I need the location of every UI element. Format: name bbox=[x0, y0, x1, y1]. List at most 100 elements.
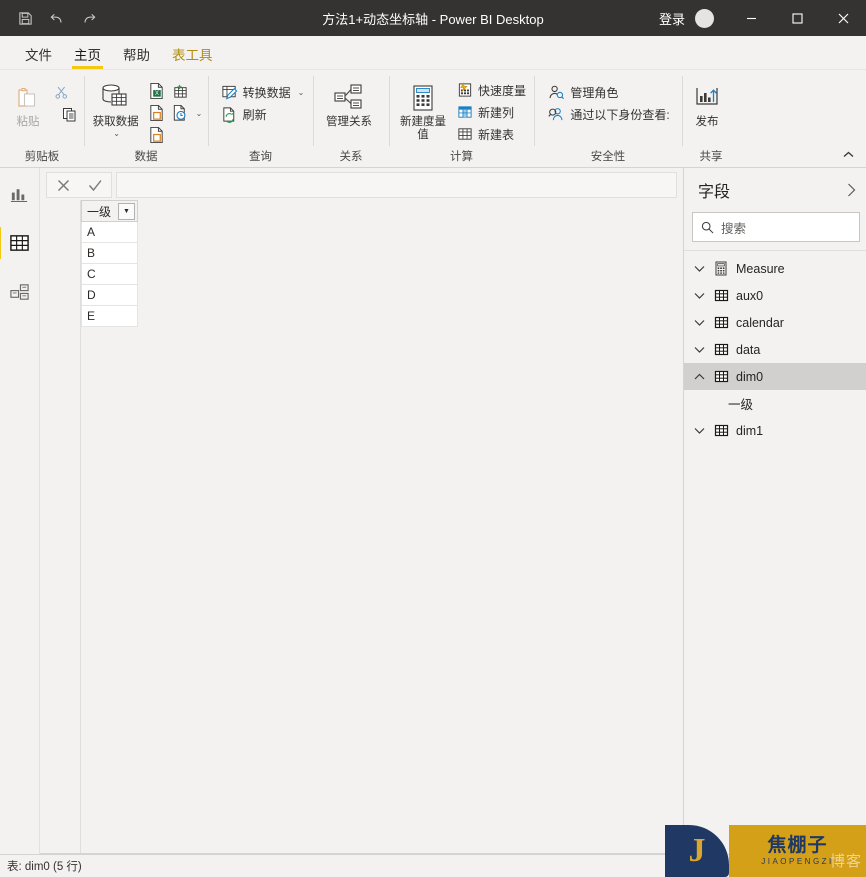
new-table-button[interactable]: 新建表 bbox=[454, 123, 529, 145]
chevron-down-icon[interactable] bbox=[692, 265, 706, 273]
list-item[interactable]: data bbox=[684, 336, 866, 363]
chevron-up-icon[interactable] bbox=[692, 373, 706, 381]
view-switcher bbox=[0, 168, 40, 854]
list-item[interactable]: Measure bbox=[684, 255, 866, 282]
manage-relationships-label: 管理关系 bbox=[326, 116, 372, 128]
redo-icon[interactable] bbox=[74, 4, 104, 32]
ribbon: 粘贴 剪贴板 获取数据 ⌄ X ⌄ 数据 转换数据 ⌄ 刷新 查询 管理关系 关… bbox=[0, 70, 866, 168]
tab-home[interactable]: 主页 bbox=[63, 48, 112, 70]
ribbon-group-relationships: 管理关系 关系 bbox=[313, 70, 389, 168]
list-item-label: calendar bbox=[736, 315, 784, 330]
list-item[interactable]: aux0 bbox=[684, 282, 866, 309]
tab-file[interactable]: 文件 bbox=[14, 48, 63, 70]
collapse-ribbon-button[interactable] bbox=[838, 145, 858, 163]
ribbon-group-label-security: 安全性 bbox=[590, 151, 626, 163]
tab-help[interactable]: 帮助 bbox=[112, 48, 161, 70]
ribbon-group-label-data: 数据 bbox=[134, 151, 158, 163]
recent-sources-button[interactable]: ⌄ bbox=[168, 102, 206, 124]
window-controls: 登录 bbox=[653, 0, 866, 36]
list-item[interactable]: calendar bbox=[684, 309, 866, 336]
sidebar-item-data-view[interactable] bbox=[0, 225, 38, 261]
formula-bar-buttons bbox=[46, 172, 112, 198]
table-row[interactable]: B bbox=[81, 243, 138, 264]
sign-in-button[interactable]: 登录 bbox=[653, 9, 691, 28]
table-row[interactable]: D bbox=[81, 285, 138, 306]
cancel-x-icon[interactable] bbox=[50, 174, 76, 196]
chevron-down-icon[interactable] bbox=[692, 319, 706, 327]
search-input[interactable]: 搜索 bbox=[692, 212, 860, 242]
list-item-label: data bbox=[736, 342, 761, 357]
avatar[interactable] bbox=[695, 8, 714, 28]
chevron-down-icon[interactable]: ⌄ bbox=[196, 109, 203, 118]
save-icon[interactable] bbox=[10, 4, 40, 32]
chevron-down-icon[interactable]: ⌄ bbox=[298, 88, 305, 97]
list-item-label: Measure bbox=[736, 261, 785, 276]
chevron-down-icon[interactable] bbox=[692, 292, 706, 300]
sidebar-item-model-view[interactable] bbox=[2, 274, 38, 310]
confirm-check-icon[interactable] bbox=[82, 174, 108, 196]
chevron-down-icon[interactable] bbox=[692, 346, 706, 354]
column-header-level1[interactable]: 一级 ▼ bbox=[81, 200, 138, 222]
new-measure-button[interactable]: 新建度量值 bbox=[392, 77, 454, 142]
transform-data-label: 转换数据 bbox=[242, 85, 291, 100]
dataverse-icon bbox=[148, 104, 165, 122]
filter-dropdown-icon[interactable]: ▼ bbox=[118, 203, 135, 220]
excel-workbook-button[interactable]: X bbox=[145, 80, 168, 102]
excel-workbook-icon: X bbox=[148, 82, 165, 100]
search-placeholder: 搜索 bbox=[721, 221, 747, 236]
get-data-button[interactable]: 获取数据 ⌄ bbox=[87, 77, 145, 138]
copy-button[interactable] bbox=[51, 103, 81, 125]
manage-roles-button[interactable]: 管理角色 bbox=[545, 81, 672, 103]
table-icon bbox=[713, 316, 729, 329]
undo-icon[interactable] bbox=[42, 4, 72, 32]
ribbon-group-query: 转换数据 ⌄ 刷新 查询 bbox=[208, 70, 313, 168]
ribbon-group-label-share: 共享 bbox=[699, 151, 723, 163]
fields-list: Measure aux0 calendar data dim0 一级 dim1 bbox=[684, 250, 866, 854]
list-item[interactable]: dim1 bbox=[684, 417, 866, 444]
minimize-button[interactable] bbox=[728, 0, 774, 36]
maximize-button[interactable] bbox=[774, 0, 820, 36]
view-as-label: 通过以下身份查看: bbox=[570, 107, 670, 122]
chevron-down-icon[interactable]: ⌄ bbox=[113, 129, 120, 138]
dataverse-button[interactable] bbox=[145, 102, 168, 124]
new-column-label: 新建列 bbox=[478, 105, 515, 120]
chevron-down-icon[interactable] bbox=[692, 427, 706, 435]
table-row[interactable]: C bbox=[81, 264, 138, 285]
refresh-button[interactable]: 刷新 bbox=[218, 103, 308, 125]
paste-button[interactable]: 粘贴 bbox=[5, 77, 51, 129]
bar-chart-icon bbox=[9, 184, 30, 205]
formula-bar bbox=[40, 168, 683, 200]
new-measure-label: 新建度量值 bbox=[400, 116, 446, 141]
cut-button[interactable] bbox=[51, 81, 81, 103]
list-item-field-level1[interactable]: 一级 bbox=[684, 390, 866, 417]
publish-button[interactable]: 发布 bbox=[684, 77, 730, 129]
table-icon bbox=[713, 370, 729, 383]
status-text: 表: dim0 (5 行) bbox=[7, 861, 82, 873]
enter-data-button[interactable] bbox=[168, 80, 206, 102]
view-as-icon bbox=[548, 106, 565, 123]
sidebar-item-report-view[interactable] bbox=[2, 176, 38, 212]
manage-relationships-button[interactable]: 管理关系 bbox=[320, 77, 378, 129]
transform-data-button[interactable]: 转换数据 ⌄ bbox=[218, 81, 308, 103]
sql-server-button[interactable] bbox=[145, 124, 168, 146]
new-column-icon bbox=[457, 104, 473, 120]
table-row[interactable]: A bbox=[81, 222, 138, 243]
copy-icon bbox=[62, 106, 78, 122]
view-as-button[interactable]: 通过以下身份查看: bbox=[545, 103, 672, 125]
close-button[interactable] bbox=[820, 0, 866, 36]
quick-measure-button[interactable]: 快速度量 bbox=[454, 79, 529, 101]
chevron-right-icon[interactable] bbox=[847, 183, 856, 197]
ribbon-group-share: 发布 共享 bbox=[682, 70, 740, 168]
tab-table-tools[interactable]: 表工具 bbox=[161, 48, 224, 70]
table-icon bbox=[713, 424, 729, 437]
new-column-button[interactable]: 新建列 bbox=[454, 101, 529, 123]
table-row[interactable]: E bbox=[81, 306, 138, 327]
recent-sources-icon bbox=[171, 104, 189, 122]
list-item-dim0[interactable]: dim0 bbox=[684, 363, 866, 390]
page-title: 字段 bbox=[698, 184, 731, 201]
sql-server-icon bbox=[148, 126, 165, 144]
transform-data-icon bbox=[221, 84, 238, 101]
formula-input[interactable] bbox=[116, 172, 677, 198]
watermark-logo-letter: J bbox=[688, 832, 706, 869]
canvas-divider bbox=[40, 853, 683, 854]
